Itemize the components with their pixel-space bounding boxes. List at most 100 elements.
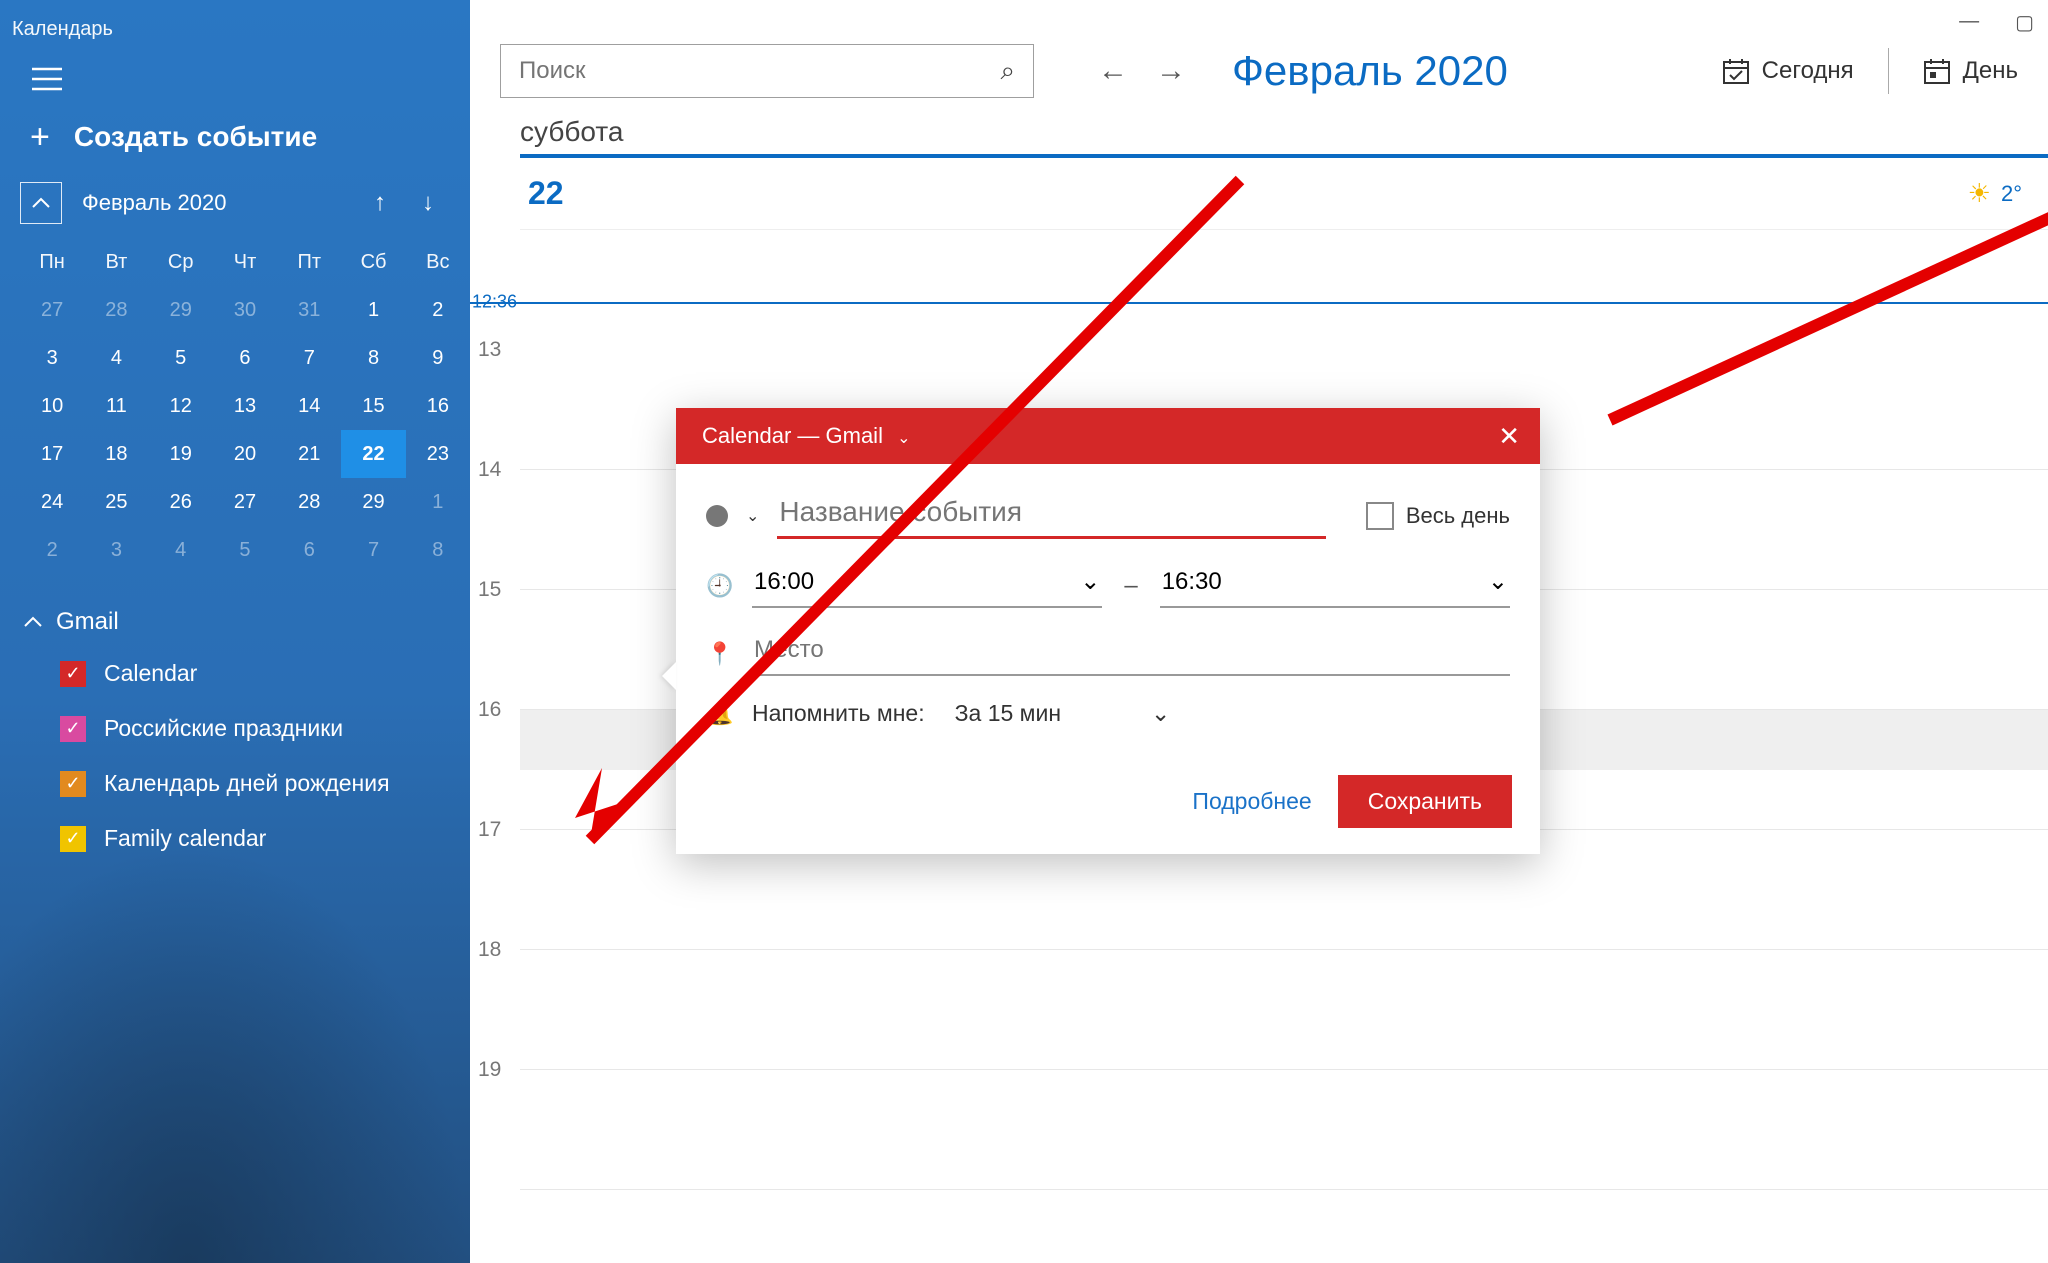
mini-calendar-day[interactable]: 28 <box>84 286 148 334</box>
mini-calendar-day[interactable]: 13 <box>213 382 277 430</box>
menu-icon <box>32 67 62 91</box>
weekday-header: Ср <box>149 238 213 286</box>
mini-calendar-day[interactable]: 4 <box>149 526 213 574</box>
calendar-item[interactable]: ✓Calendar <box>60 660 470 687</box>
checkbox-icon: ✓ <box>60 826 86 852</box>
hour-label: 16 <box>478 698 501 722</box>
view-switch-button[interactable]: День <box>1923 57 2018 85</box>
mini-calendar-next[interactable]: ↓ <box>412 189 444 217</box>
mini-calendar-collapse[interactable] <box>20 182 62 224</box>
weekday-header: Сб <box>341 238 405 286</box>
mini-calendar-day[interactable]: 23 <box>406 430 470 478</box>
hour-slot[interactable] <box>520 950 2048 1070</box>
mini-calendar-day[interactable]: 6 <box>213 334 277 382</box>
mini-calendar-day[interactable]: 8 <box>406 526 470 574</box>
mini-calendar-day[interactable]: 19 <box>149 430 213 478</box>
calendar-color-dot[interactable] <box>706 505 728 527</box>
mini-calendar-day[interactable]: 17 <box>20 430 84 478</box>
popover-calendar-selector[interactable]: Calendar — Gmail ⌄ <box>702 423 910 449</box>
mini-calendar-day[interactable]: 1 <box>341 286 405 334</box>
mini-calendar-day[interactable]: 2 <box>20 526 84 574</box>
mini-calendar-day[interactable]: 5 <box>149 334 213 382</box>
mini-calendar-day[interactable]: 30 <box>213 286 277 334</box>
chevron-down-icon[interactable]: ⌄ <box>746 506 759 526</box>
mini-calendar: ПнВтСрЧтПтСбВс 2728293031123456789101112… <box>20 238 470 574</box>
hour-label: 14 <box>478 458 501 482</box>
mini-calendar-day[interactable]: 8 <box>341 334 405 382</box>
day-number: 22 <box>528 175 564 212</box>
start-time-select[interactable]: 16:00⌄ <box>752 563 1102 608</box>
end-time-select[interactable]: 16:30⌄ <box>1160 563 1510 608</box>
mini-calendar-day[interactable]: 3 <box>84 526 148 574</box>
mini-calendar-day[interactable]: 5 <box>213 526 277 574</box>
hour-label: 17 <box>478 818 501 842</box>
main-area: — ▢ ⌕ ← → Февраль 2020 Сегодня День субб… <box>470 0 2048 1263</box>
all-day-toggle[interactable]: Весь день <box>1366 502 1510 530</box>
mini-calendar-day[interactable]: 7 <box>341 526 405 574</box>
day-of-week-label: суббота <box>520 116 2048 148</box>
mini-calendar-day[interactable]: 27 <box>20 286 84 334</box>
mini-calendar-day[interactable]: 31 <box>277 286 341 334</box>
mini-calendar-day[interactable]: 10 <box>20 382 84 430</box>
calendar-day-icon <box>1923 57 1951 85</box>
toolbar-divider <box>1888 48 1889 94</box>
minimize-button[interactable]: — <box>1959 10 1979 35</box>
mini-calendar-day[interactable]: 14 <box>277 382 341 430</box>
today-button[interactable]: Сегодня <box>1722 57 1854 85</box>
next-period-button[interactable]: → <box>1156 54 1186 88</box>
mini-calendar-day[interactable]: 4 <box>84 334 148 382</box>
mini-calendar-day[interactable]: 24 <box>20 478 84 526</box>
maximize-button[interactable]: ▢ <box>2015 10 2034 35</box>
sidebar: Календарь + Создать событие Февраль 2020… <box>0 0 470 1263</box>
mini-calendar-day[interactable]: 28 <box>277 478 341 526</box>
weekday-header: Вс <box>406 238 470 286</box>
calendar-item[interactable]: ✓Российские праздники <box>60 715 470 742</box>
search-input[interactable] <box>519 57 1000 85</box>
reminder-select[interactable]: За 15 мин⌄ <box>955 700 1171 727</box>
mini-calendar-nav: Февраль 2020 ↑ ↓ <box>0 182 470 238</box>
mini-calendar-day[interactable]: 11 <box>84 382 148 430</box>
search-box[interactable]: ⌕ <box>500 44 1034 98</box>
event-location-input[interactable] <box>752 632 1510 676</box>
weekday-header: Пн <box>20 238 84 286</box>
mini-calendar-prev[interactable]: ↑ <box>364 189 396 217</box>
view-switch-label: День <box>1963 57 2018 85</box>
mini-calendar-day[interactable]: 18 <box>84 430 148 478</box>
prev-period-button[interactable]: ← <box>1098 54 1128 88</box>
mini-calendar-day[interactable]: 12 <box>149 382 213 430</box>
popover-close-button[interactable]: ✕ <box>1498 421 1520 452</box>
weather-widget[interactable]: ☀ 2° <box>1968 178 2022 209</box>
more-details-link[interactable]: Подробнее <box>1192 788 1311 815</box>
save-button[interactable]: Сохранить <box>1338 775 1512 828</box>
mini-calendar-day[interactable]: 22 <box>341 430 405 478</box>
mini-calendar-day[interactable]: 9 <box>406 334 470 382</box>
hour-slot[interactable] <box>520 1070 2048 1190</box>
mini-calendar-day[interactable]: 20 <box>213 430 277 478</box>
hamburger-button[interactable] <box>0 57 470 116</box>
mini-calendar-day[interactable]: 6 <box>277 526 341 574</box>
mini-calendar-month-label: Февраль 2020 <box>78 190 348 216</box>
mini-calendar-day[interactable]: 3 <box>20 334 84 382</box>
sun-icon: ☀ <box>1968 178 1991 209</box>
event-title-input[interactable] <box>777 492 1325 539</box>
calendar-item[interactable]: ✓Календарь дней рождения <box>60 770 470 797</box>
mini-calendar-day[interactable]: 7 <box>277 334 341 382</box>
day-header: суббота 22 ☀ 2° <box>470 116 2048 230</box>
account-toggle[interactable]: Gmail <box>24 608 470 636</box>
mini-calendar-day[interactable]: 15 <box>341 382 405 430</box>
calendar-today-icon <box>1722 57 1750 85</box>
mini-calendar-day[interactable]: 29 <box>149 286 213 334</box>
mini-calendar-day[interactable]: 21 <box>277 430 341 478</box>
calendar-item[interactable]: ✓Family calendar <box>60 825 470 852</box>
reminder-label: Напомнить мне: <box>752 700 925 727</box>
bell-icon: 🔔 <box>706 701 734 727</box>
mini-calendar-day[interactable]: 16 <box>406 382 470 430</box>
mini-calendar-day[interactable]: 29 <box>341 478 405 526</box>
mini-calendar-day[interactable]: 25 <box>84 478 148 526</box>
mini-calendar-day[interactable]: 26 <box>149 478 213 526</box>
weekday-header: Вт <box>84 238 148 286</box>
mini-calendar-day[interactable]: 27 <box>213 478 277 526</box>
mini-calendar-day[interactable]: 2 <box>406 286 470 334</box>
mini-calendar-day[interactable]: 1 <box>406 478 470 526</box>
create-event-button[interactable]: + Создать событие <box>0 116 470 182</box>
